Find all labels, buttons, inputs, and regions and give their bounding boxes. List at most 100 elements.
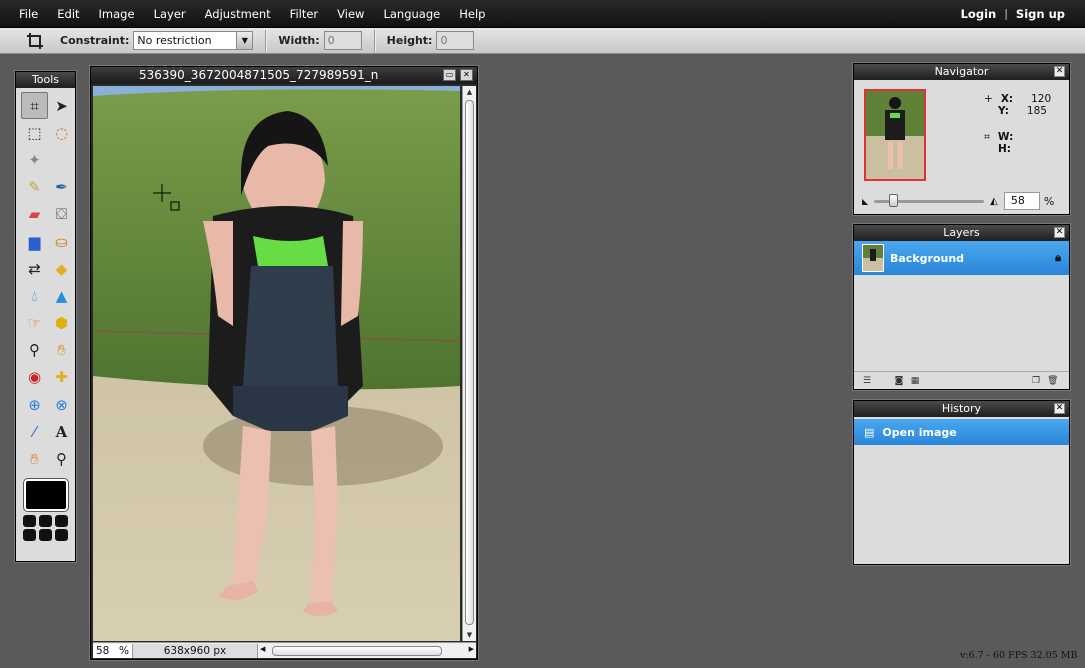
hand-tool[interactable]: ✋︎ [21,445,48,472]
layer-settings-icon[interactable]: ☰ [862,376,872,386]
dodge-tool[interactable]: ⚲ [21,337,48,364]
preset-button[interactable] [39,514,52,527]
close-icon[interactable]: ✕ [1054,227,1065,238]
document-window: 536390_3672004871505_727989591_n ▭ ✕ ▲ ▼… [90,66,478,660]
constraint-select[interactable]: No restriction ▼ [133,31,254,50]
menu-help[interactable]: Help [459,7,485,21]
menu-file[interactable]: File [19,7,38,21]
crop-tool[interactable]: ⌗ [21,92,48,120]
preset-button[interactable] [55,528,68,541]
move-tool[interactable]: ➤ [48,92,75,119]
image-canvas[interactable] [93,86,460,641]
spot-heal-tool[interactable]: ✚ [48,364,75,391]
crop-cursor-icon [153,184,180,211]
horizontal-scrollbar[interactable]: ◀ ▶ [258,643,476,658]
zoom-value: 58 [96,644,110,657]
color-picker-tool[interactable]: ⁄ [21,418,48,445]
burn-tool[interactable]: ✋︎ [48,337,75,364]
vertical-scroll-thumb[interactable] [465,100,474,625]
sharpen-tool[interactable]: ▲ [48,282,75,309]
color-replace-icon: ⇄ [28,259,41,278]
type-tool[interactable]: A [48,418,75,445]
brush-tool[interactable]: ✒ [48,174,75,201]
zoom-out-icon[interactable]: ◣ [862,197,868,206]
gradient-tool[interactable]: ▆ [21,228,48,255]
brush-icon: ✒ [55,178,68,197]
maximize-icon[interactable]: ▭ [443,69,456,81]
zoom-slider[interactable] [874,193,985,207]
scroll-left-icon[interactable]: ◀ [260,645,265,653]
preset-button[interactable] [23,514,36,527]
horizontal-scroll-thumb[interactable] [272,645,442,656]
layer-row[interactable]: Background 🔒︎ [854,241,1069,275]
close-icon[interactable]: ✕ [1054,66,1065,77]
history-item[interactable]: ▤ Open image [854,419,1069,445]
clone-stamp-tool[interactable]: ⛀ [48,228,75,255]
close-icon[interactable]: ✕ [460,69,473,81]
sponge-tool[interactable]: ⬢ [48,310,75,337]
toolbar-divider [373,29,375,52]
zoom-field[interactable]: 58 % [93,643,133,658]
smudge-tool[interactable]: ☞ [21,310,48,337]
foreground-color-swatch[interactable] [23,478,68,511]
scroll-right-icon[interactable]: ▶ [469,645,474,653]
layer-styles-icon[interactable]: ▦ [910,376,920,386]
navigator-zoom-input[interactable]: 58 [1003,192,1040,210]
scroll-up-icon[interactable]: ▲ [463,86,476,98]
navigator-thumbnail[interactable] [864,89,926,181]
menu-layer[interactable]: Layer [154,7,186,21]
scroll-down-icon[interactable]: ▼ [463,629,476,641]
preset-button[interactable] [23,528,36,541]
pinch-tool[interactable]: ⊗ [48,391,75,418]
navigator-zoom-row: ◣ ◭ 58 % [862,191,1062,211]
navigator-zoom-unit: % [1043,194,1055,208]
magic-wand-tool[interactable]: ✦ [21,146,48,173]
width-input[interactable]: 0 [323,31,362,50]
color-replace-tool[interactable]: ⇄ [21,255,48,282]
trash-icon[interactable]: 🗑︎ [1047,376,1058,386]
menu-filter[interactable]: Filter [290,7,318,21]
height-input[interactable]: 0 [436,31,475,50]
lasso-tool[interactable]: ◌ [48,119,75,146]
bloat-tool[interactable]: ⊕ [21,391,48,418]
menu-edit[interactable]: Edit [57,7,79,21]
chevron-down-icon[interactable]: ▼ [236,32,253,49]
blur-tool[interactable]: 💧︎ [21,282,48,309]
zoom-slider-knob[interactable] [888,193,898,207]
toolbar-divider [265,29,267,52]
preset-button[interactable] [39,528,52,541]
zoom-tool[interactable]: ⚲ [48,445,75,472]
pencil-tool[interactable]: ✎ [21,174,48,201]
shape-tool[interactable]: ◆ [48,255,75,282]
login-link[interactable]: Login [961,7,997,21]
red-eye-icon: ◉ [27,368,42,387]
height-label: Height: [386,34,433,47]
smudge-icon: ☞ [27,314,42,333]
paint-bucket-icon: ⛋ [55,205,68,224]
close-icon[interactable]: ✕ [1054,403,1065,414]
signup-link[interactable]: Sign up [1016,7,1065,21]
document-titlebar[interactable]: 536390_3672004871505_727989591_n ▭ ✕ [91,67,477,84]
paint-bucket-tool[interactable]: ⛋ [48,201,75,228]
layer-mask-icon[interactable]: ◙ [894,376,904,386]
menu-bar: File Edit Image Layer Adjustment Filter … [0,0,1085,28]
history-title: History ✕ [854,401,1069,417]
tool-empty [48,146,75,173]
menu-image[interactable]: Image [99,7,135,21]
red-eye-tool[interactable]: ◉ [21,364,48,391]
new-layer-icon[interactable]: ❐ [1031,376,1041,386]
w-label: W: [997,131,1014,143]
lock-icon[interactable]: 🔒︎ [1055,251,1061,265]
vertical-scrollbar[interactable]: ▲ ▼ [462,86,476,641]
y-label: Y: [998,105,1009,117]
preset-button[interactable] [55,514,68,527]
menu-language[interactable]: Language [383,7,440,21]
auth-separator: | [1004,7,1008,20]
x-value: 120 [1031,93,1052,105]
menu-view[interactable]: View [337,7,364,21]
navigator-title-text: Navigator [934,65,989,78]
marquee-select-tool[interactable]: ⬚ [21,119,48,146]
eraser-tool[interactable]: ▰ [21,201,48,228]
menu-adjustment[interactable]: Adjustment [205,7,271,21]
zoom-in-icon[interactable]: ◭ [990,196,998,207]
